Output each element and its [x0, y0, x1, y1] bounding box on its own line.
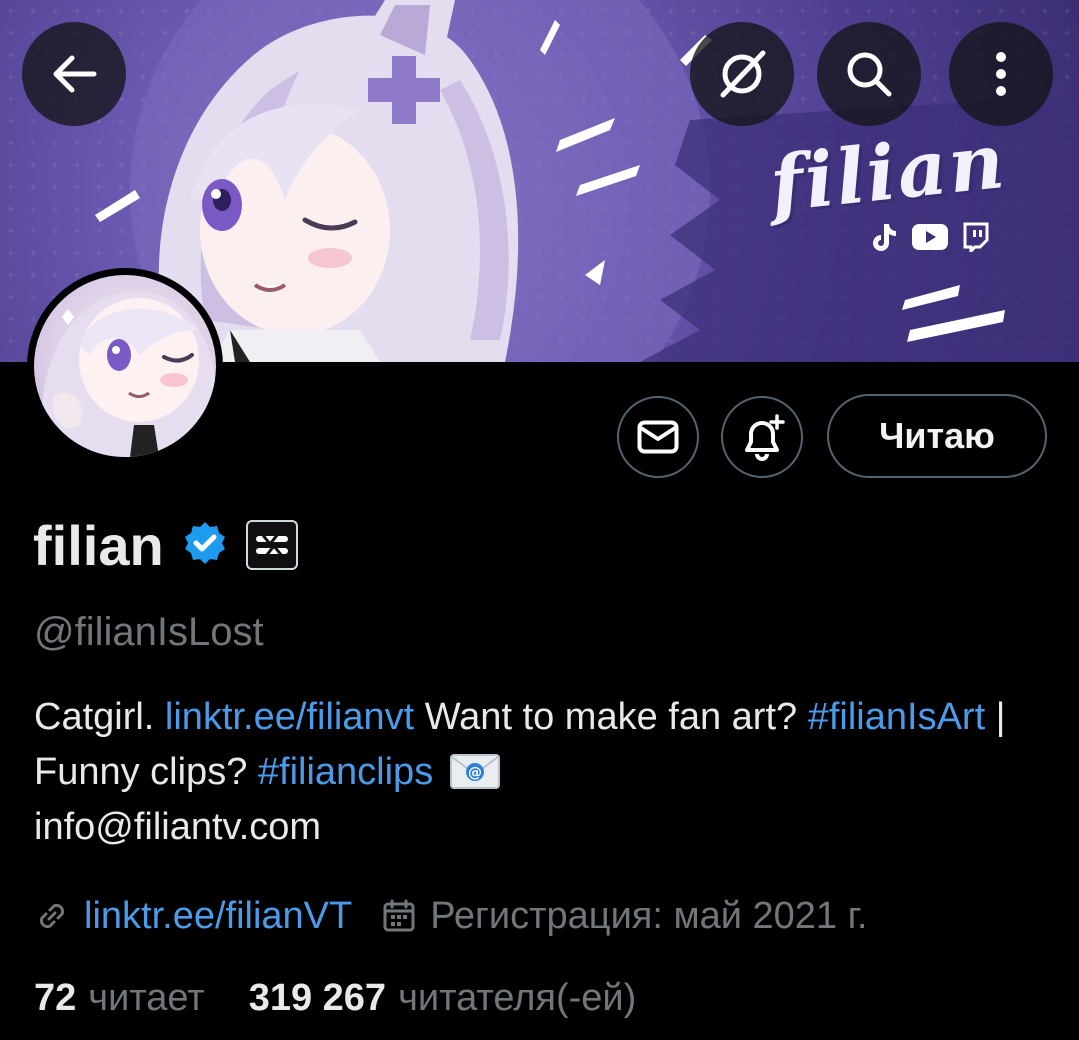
- hashtag-link[interactable]: #filianIsArt: [808, 696, 985, 738]
- bell-plus-icon: [745, 414, 785, 461]
- link-icon: [34, 898, 70, 934]
- website-link[interactable]: linktr.ee/filianVT: [84, 895, 352, 938]
- following-label: читает: [88, 976, 205, 1019]
- bio-email: info@filiantv.com: [34, 806, 322, 848]
- display-name: filian: [33, 513, 164, 577]
- profile-handle: @filianIsLost: [34, 610, 264, 654]
- calendar-icon: [382, 899, 416, 933]
- search-icon: [847, 52, 892, 97]
- following-stat[interactable]: 72 читает: [34, 977, 205, 1020]
- profile-meta: linktr.ee/filianVT Регистрация: май 2021…: [34, 888, 867, 944]
- twitch-icon: [962, 222, 990, 252]
- bio-text: Want to make fan art?: [424, 696, 808, 738]
- verified-badge-icon[interactable]: [182, 520, 228, 571]
- tiktok-icon: [870, 222, 898, 252]
- search-button[interactable]: [817, 22, 921, 126]
- followers-count: 319 267: [248, 976, 387, 1019]
- followers-stat[interactable]: 319 267 читателя(-ей): [249, 977, 637, 1020]
- grok-slash-circle-icon: [720, 50, 766, 98]
- more-button[interactable]: [949, 22, 1053, 126]
- youtube-icon: [912, 224, 948, 250]
- hashtag-link[interactable]: #filianclips: [258, 751, 433, 793]
- avatar[interactable]: [27, 268, 223, 464]
- followers-label: читателя(-ей): [398, 976, 637, 1019]
- following-count: 72: [34, 976, 77, 1019]
- arrow-left-icon: [53, 55, 97, 93]
- more-vertical-icon: [996, 52, 1006, 96]
- bio-link[interactable]: linktr.ee/filianvt: [165, 696, 414, 738]
- profile-bio: Catgirl. linktr.ee/filianvt Want to make…: [34, 690, 1044, 855]
- bio-text: Catgirl.: [34, 696, 165, 738]
- back-button[interactable]: [22, 22, 126, 126]
- join-date: Регистрация: май 2021 г.: [430, 894, 868, 937]
- notifications-button[interactable]: [721, 396, 803, 478]
- display-name-row: filian: [33, 510, 298, 580]
- envelope-emoji-icon: @: [449, 751, 500, 789]
- profile-stats: 72 читает 319 267 читателя(-ей): [34, 970, 636, 1026]
- grok-button[interactable]: [690, 22, 794, 126]
- avatar-illustration: [41, 291, 216, 457]
- message-button[interactable]: [617, 396, 699, 478]
- affiliate-logo-icon[interactable]: [245, 520, 298, 570]
- banner-socials: [870, 222, 990, 252]
- following-button[interactable]: Читаю: [827, 394, 1047, 478]
- svg-text:@: @: [468, 765, 482, 781]
- mail-icon: [637, 420, 679, 454]
